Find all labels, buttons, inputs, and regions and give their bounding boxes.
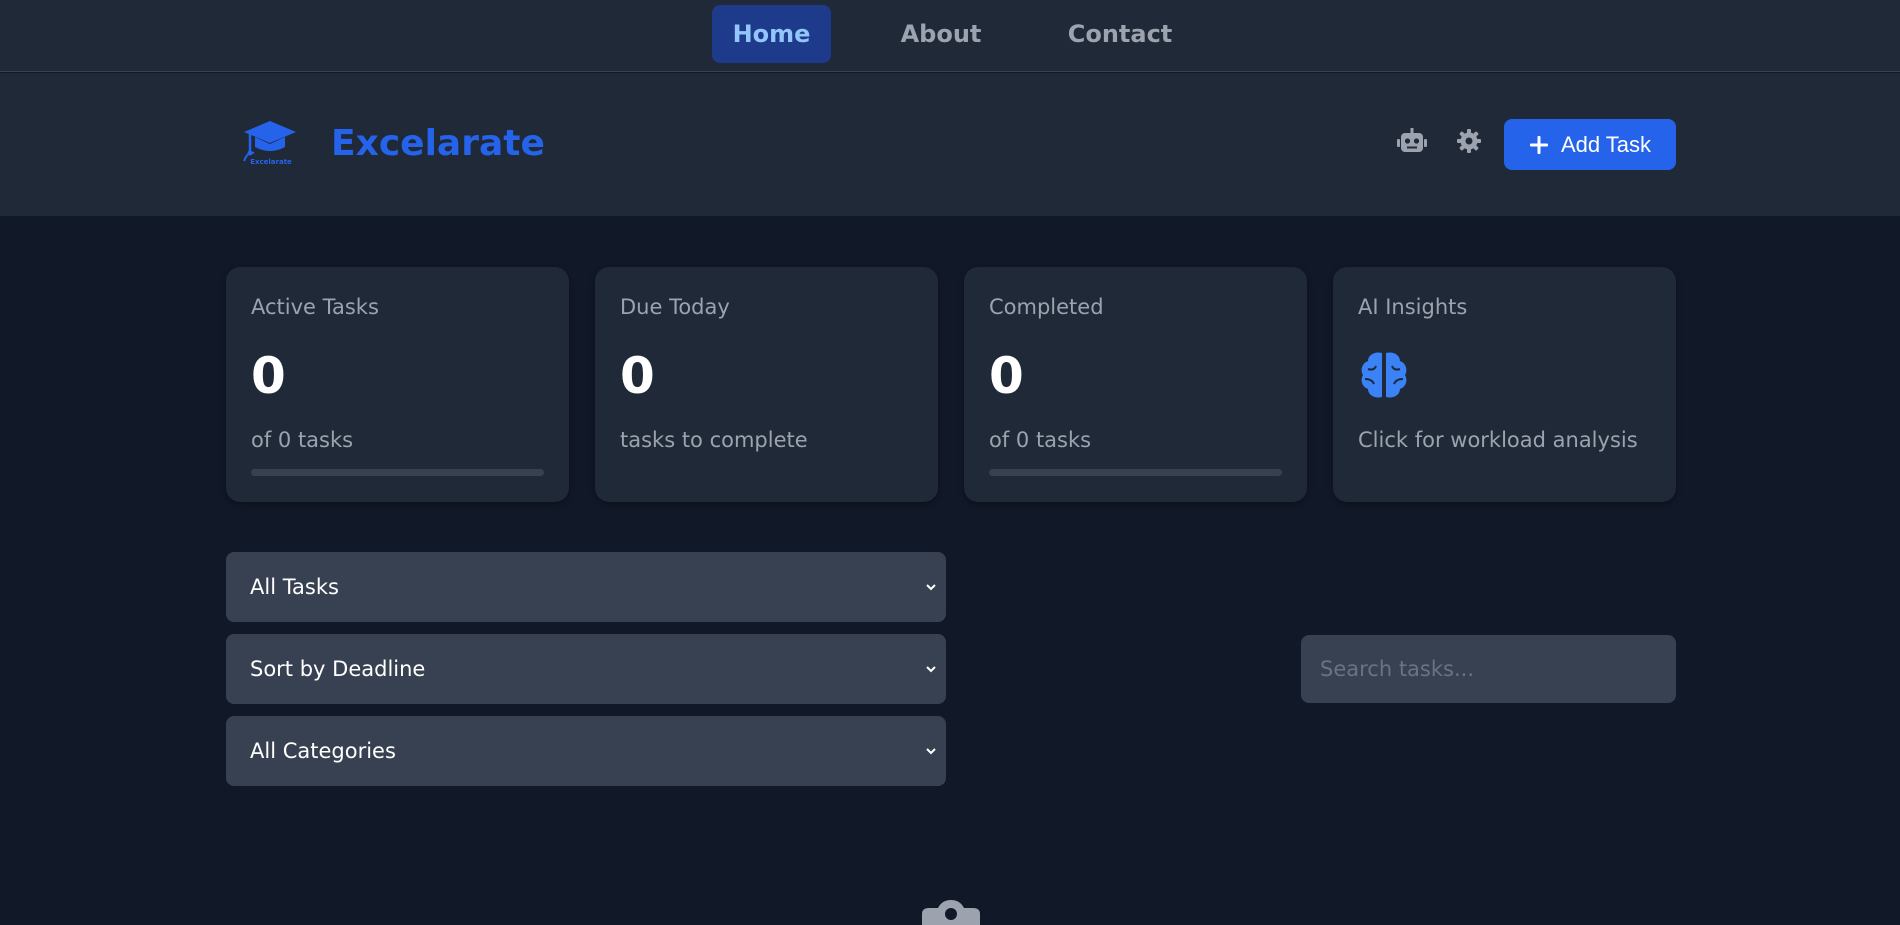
card-subtitle: Click for workload analysis: [1358, 428, 1638, 452]
chevron-down-icon: [926, 584, 936, 591]
nav-contact[interactable]: Contact: [1055, 5, 1185, 63]
graduation-cap-icon: Excelarate: [243, 121, 296, 166]
add-task-button[interactable]: Add Task: [1504, 119, 1676, 170]
settings-button[interactable]: [1453, 125, 1485, 157]
card-title: AI Insights: [1358, 295, 1468, 319]
chevron-down-icon: [926, 666, 936, 673]
card-subtitle: tasks to complete: [620, 428, 808, 452]
ai-assistant-button[interactable]: [1396, 125, 1428, 157]
chevron-down-icon: [926, 748, 936, 755]
status-filter-value: All Tasks: [250, 575, 339, 599]
sort-value: Sort by Deadline: [250, 657, 426, 681]
card-subtitle: of 0 tasks: [251, 428, 354, 452]
progress-bar: [251, 469, 544, 476]
stat-card-active-tasks: Active Tasks 0 of 0 tasks: [226, 267, 569, 502]
logo[interactable]: Excelarate: [240, 117, 300, 169]
card-value: 0: [251, 347, 286, 405]
sort-select[interactable]: Sort by Deadline: [226, 634, 946, 704]
nav-home[interactable]: Home: [712, 5, 831, 63]
empty-state-icon: [922, 900, 980, 925]
card-subtitle: of 0 tasks: [989, 428, 1092, 452]
app-header: Excelarate Excelarate Add Task: [0, 73, 1900, 216]
stat-card-completed: Completed 0 of 0 tasks: [964, 267, 1307, 502]
card-title: Active Tasks: [251, 295, 379, 319]
card-title: Due Today: [620, 295, 730, 319]
card-value: 0: [620, 347, 655, 405]
stat-card-ai-insights[interactable]: AI Insights Click for workload analysis: [1333, 267, 1676, 502]
logo-wordmark: Excelarate: [250, 158, 292, 166]
card-value: 0: [989, 347, 1024, 405]
progress-bar: [989, 469, 1282, 476]
robot-icon: [1397, 128, 1427, 152]
gear-icon: [1457, 129, 1481, 153]
brand-title: Excelarate: [331, 123, 545, 164]
category-filter-select[interactable]: All Categories: [226, 716, 946, 786]
search-input[interactable]: [1301, 635, 1676, 703]
status-filter-select[interactable]: All Tasks: [226, 552, 946, 622]
top-nav: Home About Contact: [0, 0, 1900, 72]
card-title: Completed: [989, 295, 1104, 319]
category-filter-value: All Categories: [250, 739, 396, 763]
add-task-label: Add Task: [1560, 131, 1652, 157]
plus-icon: [1529, 135, 1548, 154]
nav-about[interactable]: About: [880, 5, 1002, 63]
brain-icon: [1358, 349, 1410, 401]
stat-card-due-today: Due Today 0 tasks to complete: [595, 267, 938, 502]
